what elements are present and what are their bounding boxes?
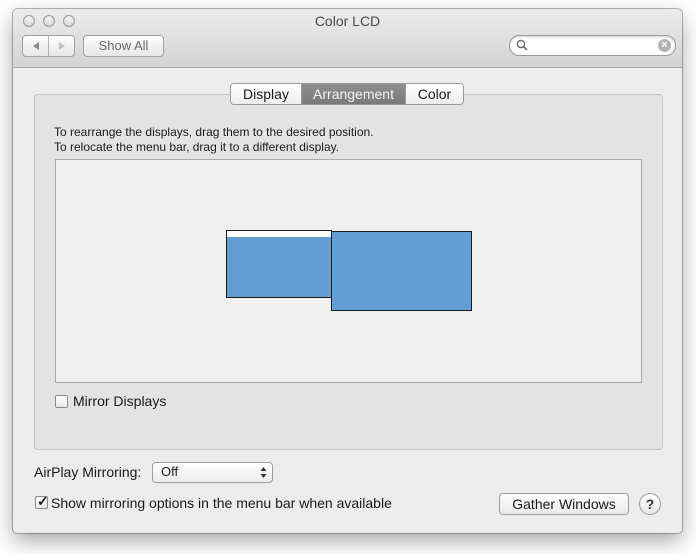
display-1[interactable] (226, 236, 332, 298)
tab-bar: Display Arrangement Color (230, 83, 464, 105)
help-button[interactable]: ? (639, 493, 661, 515)
show-mirroring-checkbox[interactable]: ✓ (35, 493, 49, 509)
clear-search-icon[interactable]: × (658, 39, 671, 52)
back-button[interactable] (23, 36, 48, 56)
tab-arrangement[interactable]: Arrangement (301, 84, 405, 104)
search-icon (516, 39, 528, 51)
title-bar: Color LCD Show All × (13, 9, 682, 68)
airplay-mirroring-select[interactable]: Off (152, 462, 273, 483)
window-title: Color LCD (314, 13, 381, 29)
show-all-button[interactable]: Show All (83, 35, 164, 57)
airplay-mirroring-label: AirPlay Mirroring: (34, 464, 142, 480)
checkmark-icon: ✓ (37, 493, 49, 509)
forward-button[interactable] (49, 36, 74, 56)
up-down-arrows-icon (260, 467, 267, 478)
back-icon (32, 42, 39, 50)
preferences-window: Color LCD Show All × Display Arrangement… (13, 9, 682, 533)
instruction-rearrange: To rearrange the displays, drag them to … (54, 125, 374, 139)
mirror-displays-label: Mirror Displays (73, 393, 167, 409)
mirror-displays-checkbox[interactable] (55, 395, 68, 408)
display-arrangement-area (55, 159, 642, 383)
tab-display[interactable]: Display (231, 84, 301, 104)
show-mirroring-label: Show mirroring options in the menu bar w… (51, 495, 392, 511)
menu-bar-indicator[interactable] (226, 230, 332, 237)
forward-icon (58, 42, 65, 50)
display-2[interactable] (331, 231, 472, 311)
tab-color[interactable]: Color (405, 84, 463, 104)
gather-windows-button[interactable]: Gather Windows (499, 493, 629, 515)
back-forward-group (22, 35, 75, 57)
airplay-selected-value: Off (161, 464, 179, 479)
search-field[interactable]: × (509, 35, 676, 56)
search-input[interactable] (532, 37, 654, 55)
instruction-menu-bar: To relocate the menu bar, drag it to a d… (54, 140, 340, 154)
